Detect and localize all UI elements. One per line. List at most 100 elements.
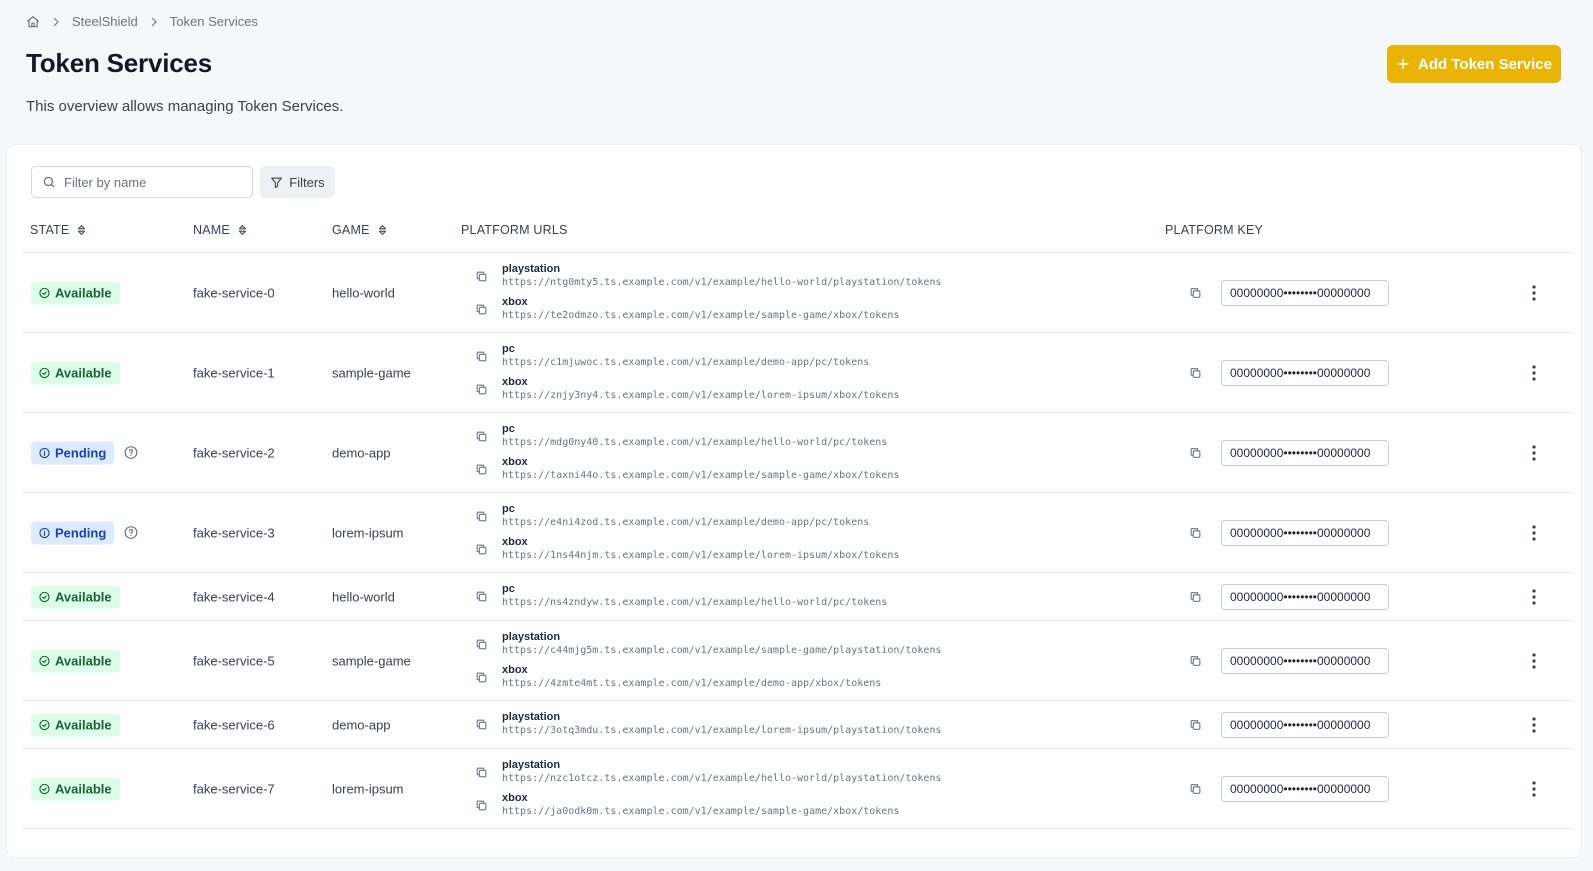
home-icon[interactable] [26, 15, 40, 29]
platform-url[interactable]: https://1ns44njm.ts.example.com/v1/examp… [502, 549, 899, 563]
copy-icon[interactable] [475, 510, 488, 523]
copy-icon[interactable] [475, 638, 488, 651]
platform-name: xbox [502, 535, 528, 548]
more-vertical-icon[interactable] [1532, 284, 1536, 301]
copy-icon[interactable] [1189, 286, 1202, 299]
more-vertical-icon[interactable] [1532, 364, 1536, 381]
platform-url[interactable]: https://nzc1otcz.ts.example.com/v1/examp… [502, 772, 942, 786]
platform-url[interactable]: https://c44mjg5m.ts.example.com/v1/examp… [502, 644, 942, 658]
more-vertical-icon[interactable] [1532, 716, 1536, 733]
service-name[interactable]: fake-service-0 [193, 285, 275, 300]
platform-url[interactable]: https://ja0odk0m.ts.example.com/v1/examp… [502, 805, 899, 819]
platform-key-field[interactable] [1221, 439, 1389, 466]
platform-key-field[interactable] [1221, 775, 1389, 802]
copy-icon[interactable] [475, 543, 488, 556]
copy-icon[interactable] [475, 303, 488, 316]
platform-name: playstation [502, 758, 561, 771]
platform-name: pc [502, 502, 515, 515]
platform-key-field[interactable] [1221, 583, 1389, 610]
column-header-platform-urls-label: PLATFORM URLS [461, 223, 568, 237]
check-circle-icon [39, 287, 50, 298]
copy-icon[interactable] [1189, 654, 1202, 667]
service-name[interactable]: fake-service-6 [193, 717, 275, 732]
copy-icon[interactable] [475, 463, 488, 476]
more-vertical-icon[interactable] [1532, 524, 1536, 541]
platform-url-item: xbox https://ja0odk0m.ts.example.com/v1/e… [475, 792, 942, 819]
platform-key-field[interactable] [1221, 711, 1389, 738]
copy-icon[interactable] [475, 270, 488, 283]
service-name[interactable]: fake-service-3 [193, 525, 275, 540]
platform-url-item: xbox https://znjy3ny4.ts.example.com/v1/e… [475, 376, 899, 403]
copy-icon[interactable] [475, 590, 488, 603]
platform-url-item: xbox https://1ns44njm.ts.example.com/v1/e… [475, 536, 899, 563]
platform-url[interactable]: https://4zmte4mt.ts.example.com/v1/examp… [502, 677, 881, 691]
copy-icon[interactable] [475, 766, 488, 779]
more-vertical-icon[interactable] [1532, 652, 1536, 669]
copy-icon[interactable] [475, 799, 488, 812]
platform-key-field[interactable] [1221, 279, 1389, 306]
game-name: demo-app [332, 445, 391, 460]
sort-icon[interactable] [238, 224, 247, 236]
service-name[interactable]: fake-service-2 [193, 445, 275, 460]
column-header-game[interactable]: GAME [332, 223, 387, 237]
game-name: sample-game [332, 365, 411, 380]
platform-url[interactable]: https://taxni44o.ts.example.com/v1/examp… [502, 469, 899, 483]
copy-icon[interactable] [1189, 782, 1202, 795]
platform-name: playstation [502, 262, 561, 275]
column-header-state[interactable]: STATE [30, 223, 86, 237]
status-badge-label: Pending [55, 525, 107, 540]
service-name[interactable]: fake-service-5 [193, 653, 275, 668]
search-input[interactable] [64, 174, 244, 190]
copy-icon[interactable] [1189, 718, 1202, 731]
game-name: hello-world [332, 589, 395, 604]
platform-url-item: pc https://mdg0ny40.ts.example.com/v1/exa… [475, 423, 899, 450]
platform-url[interactable]: https://e4ni4zod.ts.example.com/v1/examp… [502, 516, 869, 530]
copy-icon[interactable] [1189, 590, 1202, 603]
platform-key-field[interactable] [1221, 647, 1389, 674]
breadcrumb: SteelShield Token Services [26, 14, 258, 29]
service-name[interactable]: fake-service-4 [193, 589, 275, 604]
platform-url[interactable]: https://c1mjuwoc.ts.example.com/v1/examp… [502, 356, 869, 370]
copy-icon[interactable] [475, 671, 488, 684]
platform-url[interactable]: https://mdg0ny40.ts.example.com/v1/examp… [502, 436, 887, 450]
column-header-name[interactable]: NAME [193, 223, 247, 237]
breadcrumb-item-steelshield[interactable]: SteelShield [72, 14, 138, 29]
status-badge: Pending [31, 441, 115, 464]
game-name: demo-app [332, 717, 391, 732]
column-header-platform-urls: PLATFORM URLS [461, 223, 568, 237]
status-badge: Available [31, 649, 120, 672]
game-name: lorem-ipsum [332, 525, 404, 540]
more-vertical-icon[interactable] [1532, 444, 1536, 461]
service-name[interactable]: fake-service-7 [193, 781, 275, 796]
copy-icon[interactable] [475, 430, 488, 443]
help-circle-icon[interactable] [124, 446, 138, 460]
more-vertical-icon[interactable] [1532, 780, 1536, 797]
copy-icon[interactable] [1189, 366, 1202, 379]
status-badge: Available [31, 713, 120, 736]
copy-icon[interactable] [1189, 526, 1202, 539]
platform-url[interactable]: https://3otq3mdu.ts.example.com/v1/examp… [502, 724, 942, 738]
copy-icon[interactable] [475, 718, 488, 731]
add-token-service-button[interactable]: Add Token Service [1387, 45, 1561, 83]
platform-url[interactable]: https://ns4zndyw.ts.example.com/v1/examp… [502, 596, 887, 610]
filters-button[interactable]: Filters [260, 166, 335, 198]
platform-url[interactable]: https://te2odmzo.ts.example.com/v1/examp… [502, 309, 899, 323]
platform-urls: pc https://ns4zndyw.ts.example.com/v1/exa… [475, 573, 887, 620]
search-field[interactable] [31, 166, 253, 198]
more-vertical-icon[interactable] [1532, 588, 1536, 605]
help-circle-icon[interactable] [124, 526, 138, 540]
status-badge: Available [31, 361, 120, 384]
sort-icon[interactable] [77, 224, 86, 236]
platform-url[interactable]: https://ntg0mty5.ts.example.com/v1/examp… [502, 276, 942, 290]
platform-key-field[interactable] [1221, 519, 1389, 546]
sort-icon[interactable] [378, 224, 387, 236]
filter-icon [270, 176, 283, 189]
service-name[interactable]: fake-service-1 [193, 365, 275, 380]
platform-key-field[interactable] [1221, 359, 1389, 386]
copy-icon[interactable] [1189, 446, 1202, 459]
copy-icon[interactable] [475, 383, 488, 396]
chevron-right-icon [50, 16, 62, 28]
platform-url[interactable]: https://znjy3ny4.ts.example.com/v1/examp… [502, 389, 899, 403]
copy-icon[interactable] [475, 350, 488, 363]
status-badge-label: Available [55, 285, 112, 300]
